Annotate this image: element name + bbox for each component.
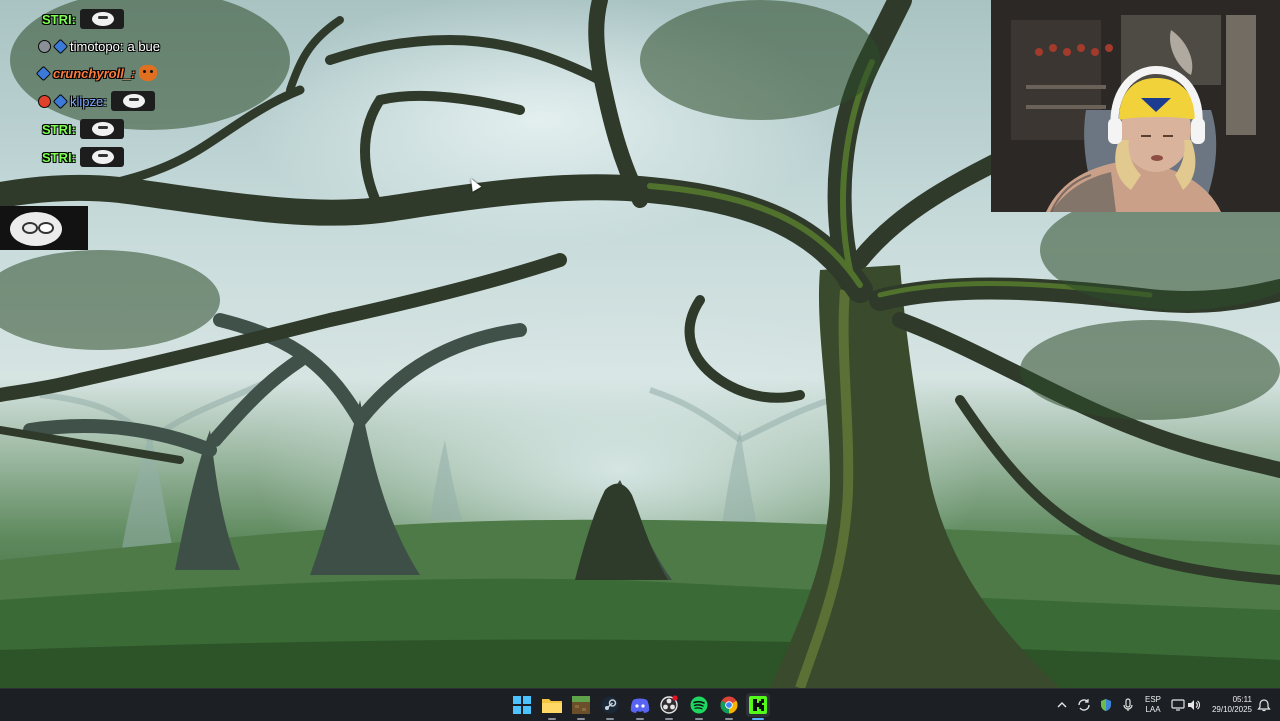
language-layout: LAA <box>1145 705 1161 714</box>
large-emote-icon <box>0 206 88 250</box>
chat-message: klipze: <box>38 90 155 112</box>
taskbar-spotify[interactable] <box>687 693 711 720</box>
spotify-icon <box>690 696 708 714</box>
windows-icon <box>513 696 531 714</box>
webcam-feed <box>991 0 1280 212</box>
system-clock[interactable]: 05:11 29/10/2025 <box>1204 695 1252 715</box>
chat-username: STRI: <box>42 121 76 137</box>
input-language-indicator[interactable]: ESP LAA <box>1142 695 1164 715</box>
language-code: ESP <box>1144 695 1161 704</box>
taskbar-minecraft[interactable] <box>569 693 593 720</box>
chat-message: STRI: <box>42 8 124 30</box>
notifications-icon[interactable] <box>1256 697 1272 713</box>
chat-username: timotopo: <box>70 38 124 54</box>
emote-icon <box>79 9 124 29</box>
clock-date: 29/10/2025 <box>1211 705 1252 714</box>
emote-icon <box>79 147 124 167</box>
stream-chat-overlay: STRI: timotopo: a bue crunchyroll_: klip… <box>0 0 240 260</box>
badge-icon <box>38 39 51 53</box>
folder-icon <box>542 699 562 713</box>
chat-message: crunchyroll_: <box>35 62 158 84</box>
badge-icon <box>52 93 69 109</box>
start-button[interactable] <box>510 693 534 717</box>
tray-defender-icon[interactable] <box>1098 697 1114 713</box>
tray-sync-icon[interactable] <box>1076 697 1092 713</box>
steam-icon <box>601 696 619 714</box>
network-icon[interactable] <box>1170 697 1186 713</box>
emote-icon <box>139 64 158 82</box>
taskbar-steam[interactable] <box>598 693 622 720</box>
chat-username: crunchyroll_: <box>53 65 136 81</box>
minecraft-icon <box>572 696 590 714</box>
chat-message: STRI: <box>42 146 124 168</box>
chat-message-text: a bue <box>127 38 161 54</box>
badge-icon <box>38 94 51 108</box>
obs-icon <box>660 695 678 714</box>
chat-username: STRI: <box>42 11 76 27</box>
taskbar-discord[interactable] <box>628 693 652 720</box>
taskbar-kick[interactable] <box>746 693 770 720</box>
volume-icon[interactable] <box>1186 697 1202 713</box>
badge-icon <box>35 65 52 81</box>
tray-overflow-chevron-icon[interactable] <box>1054 697 1070 713</box>
chat-message: timotopo: a bue <box>38 35 160 57</box>
chrome-icon <box>720 696 738 714</box>
microphone-icon[interactable] <box>1120 697 1136 713</box>
chat-username: STRI: <box>42 149 76 165</box>
taskbar-chrome[interactable] <box>717 693 741 720</box>
taskbar-obs-studio[interactable] <box>657 693 681 720</box>
emote-icon <box>110 91 155 111</box>
emote-icon <box>79 119 124 139</box>
badge-icon <box>52 38 69 54</box>
chat-message: STRI: <box>42 118 124 140</box>
taskbar-file-explorer[interactable] <box>540 693 564 720</box>
kick-icon <box>749 696 767 714</box>
taskbar: ESP LAA 05:11 29/10/2025 <box>0 688 1280 721</box>
chat-username: klipze: <box>70 93 107 109</box>
webcam-overlay <box>991 0 1280 212</box>
clock-time: 05:11 <box>1232 695 1252 704</box>
discord-icon <box>630 698 650 713</box>
